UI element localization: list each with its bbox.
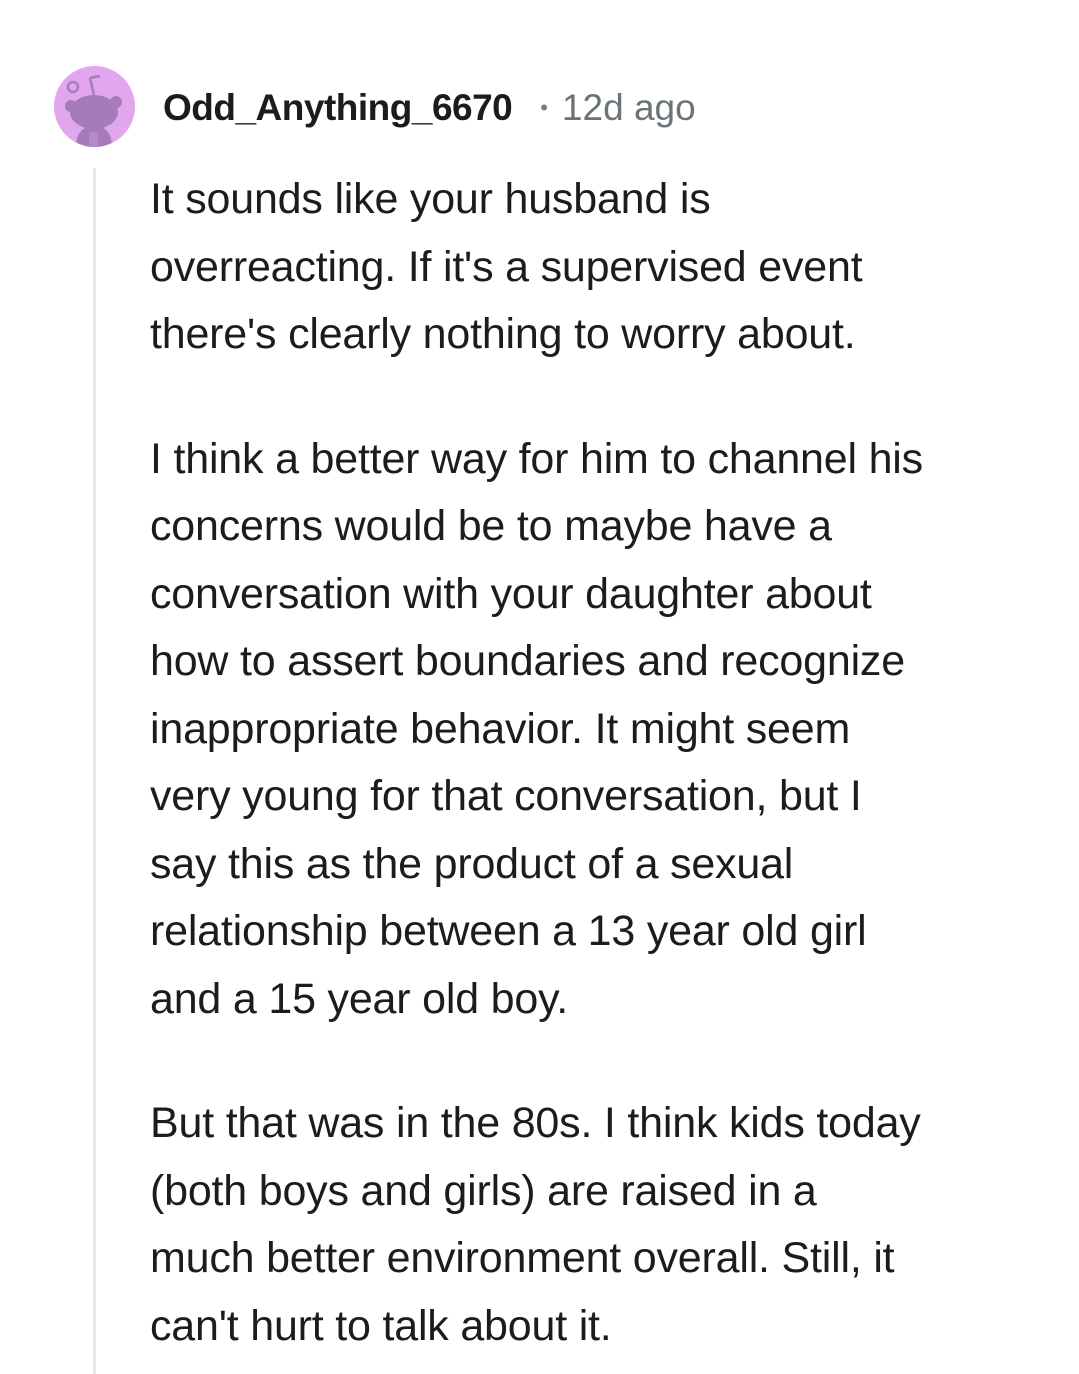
text-line: there's clearly nothing to worry about. <box>150 310 856 358</box>
timestamp: 12d ago <box>561 87 696 128</box>
comment: Odd_Anything_6670 • 12d ago It sounds li… <box>0 0 1079 1374</box>
text-line: But that was in the 80s. I think kids to… <box>150 1099 921 1147</box>
text-line: and a 15 year old boy. <box>150 974 568 1023</box>
comment-paragraph: But that was in the 80s. I think kids to… <box>150 1090 1030 1360</box>
text-line: (both boys and girls) are raised in a <box>150 1166 817 1215</box>
comment-paragraph: I think a better way for him to channel … <box>150 426 1030 1034</box>
text-line: I think a better way for him to channel … <box>150 434 923 483</box>
text-line: much better environment overall. Still, … <box>150 1234 895 1282</box>
thread-line[interactable] <box>93 168 96 1374</box>
reddit-snoo-icon <box>65 74 122 147</box>
text-line: overreacting. If it's a supervised event <box>150 242 863 291</box>
text-line: inappropriate behavior. It might seem <box>150 704 851 753</box>
text-line: very young for that conversation, but I <box>150 772 862 820</box>
text-line: conversation with your daughter about <box>150 569 872 618</box>
comment-paragraph: It sounds like your husband is overreact… <box>150 166 1030 369</box>
text-line: concerns would be to maybe have a <box>150 502 832 550</box>
text-line: say this as the product of a sexual <box>150 839 794 888</box>
text-line: relationship between a 13 year old girl <box>150 907 867 955</box>
text-line: can't hurt to talk about it. <box>150 1301 612 1350</box>
comment-body: It sounds like your husband is overreact… <box>150 166 1030 1360</box>
text-line: how to assert boundaries and recognize <box>150 637 905 685</box>
separator-dot: • <box>540 95 548 120</box>
username-link[interactable]: Odd_Anything_6670 <box>163 87 513 129</box>
text-line: It sounds like your husband is <box>150 175 711 223</box>
avatar[interactable] <box>54 66 135 147</box>
comment-header: Odd_Anything_6670 • 12d ago <box>163 82 696 134</box>
